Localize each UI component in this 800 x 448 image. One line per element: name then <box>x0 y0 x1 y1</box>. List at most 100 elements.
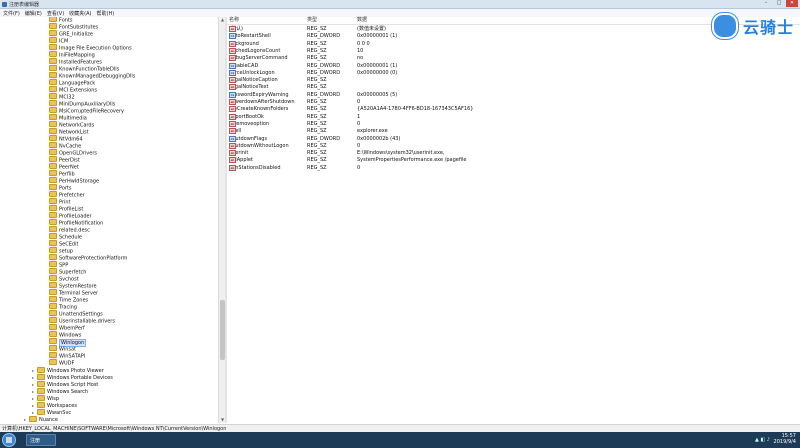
maximize-button[interactable]: □ <box>773 0 785 7</box>
folder-icon <box>49 93 57 99</box>
column-header-type[interactable]: 类型 <box>307 17 317 24</box>
value-name-cell: ab VMApplet <box>229 157 253 164</box>
tree-item-label: SoftwareProtectionPlatform <box>59 255 128 262</box>
column-header-name[interactable]: 名称 <box>229 17 239 24</box>
folder-icon <box>49 352 57 358</box>
folder-icon <box>49 359 57 365</box>
value-row[interactable]: ab VMApplet REG_SZ SystemPropertiesPerforma… <box>227 157 800 164</box>
value-name-cell: ab ReportBootOk <box>229 113 264 121</box>
value-row[interactable]: ab Background REG_SZ 0 0 0 <box>227 40 800 48</box>
value-type: REG_SZ <box>307 157 327 164</box>
menu-file[interactable]: 文件(F) <box>3 10 20 17</box>
tree-item[interactable]: KnownManagedDebuggingDlls <box>44 72 135 80</box>
string-value-icon: ab <box>229 106 236 113</box>
tree-item-label: Time Zones <box>59 297 89 304</box>
value-type: REG_SZ <box>307 84 327 91</box>
value-row[interactable]: ab DebugServerCommand REG_SZ no <box>227 55 800 62</box>
tree-item[interactable]: ▸ Windows Script Host <box>32 380 98 388</box>
start-button[interactable] <box>2 433 16 447</box>
value-row[interactable]: ab LegalNoticeText REG_SZ <box>227 84 800 91</box>
value-row[interactable]: ab PowerdownAfterShutdown REG_SZ 0 <box>227 99 800 106</box>
minimize-button[interactable]: – <box>760 0 772 7</box>
folder-icon <box>49 240 57 246</box>
registry-key-tree[interactable]: Fonts FontSubstitutes GRE_Initialize ICM Ima… <box>0 17 217 423</box>
menu-view[interactable]: 查看(V) <box>47 10 64 17</box>
value-row[interactable]: ab CachedLogonsCount REG_SZ 10 <box>227 47 800 55</box>
folder-icon <box>37 387 45 394</box>
folder-icon <box>49 254 57 260</box>
expand-arrow-icon[interactable]: ▸ <box>24 416 28 423</box>
value-name-cell: ab PowerdownAfterShutdown <box>229 99 295 106</box>
expand-arrow-icon[interactable]: ▸ <box>32 402 36 409</box>
value-row[interactable]: ab ShutdownWithoutLogon REG_SZ 0 <box>227 142 800 150</box>
tree-item-label: KnownFunctionTableDlls <box>59 66 120 73</box>
value-type: REG_DWORD <box>307 135 341 142</box>
folder-icon <box>49 107 57 113</box>
folder-icon <box>37 373 45 380</box>
folder-icon <box>49 23 57 29</box>
value-row[interactable]: 01 ShutdownFlags REG_DWORD 0x0000002b (43) <box>227 135 800 143</box>
tree-item[interactable]: ▸ Windows Photo Viewer <box>32 366 104 374</box>
tree-item[interactable]: ▸ WwanSvc <box>32 408 71 416</box>
value-row[interactable]: 01 ForceUnlockLogon REG_DWORD 0x00000000 (0… <box>227 69 800 77</box>
menu-help[interactable]: 帮助(H) <box>97 10 115 17</box>
value-type: REG_SZ <box>307 142 327 149</box>
registry-value-list: 名称 类型 数据 ab(默认) REG_SZ (数值未设置) 01AutoRestar… <box>227 17 800 423</box>
tree-item[interactable]: WUDF <box>44 359 74 367</box>
folder-icon <box>49 121 57 127</box>
folder-icon <box>49 142 57 148</box>
taskbar-regedit-button[interactable]: 注册 <box>26 434 56 446</box>
value-type: REG_SZ <box>307 106 327 113</box>
expand-arrow-icon[interactable]: ▸ <box>32 395 36 402</box>
expand-arrow-icon[interactable]: ▸ <box>32 367 36 374</box>
value-row[interactable]: ab PreCreateKnownFolders REG_SZ {A520A1A4-1… <box>227 106 800 113</box>
tree-item[interactable]: ▸ Wisp <box>32 394 59 402</box>
value-name-cell: ab scremoveoption <box>229 120 269 128</box>
value-type: REG_SZ <box>307 99 327 105</box>
expand-arrow-icon[interactable]: ▸ <box>32 381 36 388</box>
string-value-icon: ab <box>229 77 236 84</box>
value-row[interactable]: ab WinStationsDisabled REG_SZ 0 <box>227 164 800 172</box>
tree-item[interactable]: ▸ Windows Search <box>32 387 88 395</box>
tree-item[interactable]: Print <box>44 198 71 206</box>
folder-icon <box>49 303 57 309</box>
value-row[interactable]: ab LegalNoticeCaption REG_SZ <box>227 77 800 84</box>
value-row[interactable]: 01 DisableCAD REG_DWORD 0x00000001 (1) <box>227 62 800 70</box>
value-name: LegalNoticeCaption <box>229 77 278 84</box>
expand-arrow-icon[interactable]: ▸ <box>32 388 36 395</box>
value-row[interactable]: ab scremoveoption REG_SZ 0 <box>227 120 800 128</box>
binary-value-icon: 01 <box>229 62 236 69</box>
tree-item[interactable]: ▸ Workspaces <box>32 401 77 409</box>
value-name-cell: 01 DisableCAD <box>229 62 258 70</box>
tree-item-label: NvCache <box>59 143 82 150</box>
tree-item-label: SeCEdit <box>59 241 79 248</box>
tree-item-label: ProfileLoader <box>59 213 92 220</box>
folder-icon <box>49 114 57 120</box>
expand-arrow-icon[interactable]: ▸ <box>32 409 36 416</box>
folder-icon <box>49 233 57 239</box>
close-button[interactable]: ✕ <box>786 0 798 7</box>
value-name-cell: 01 ShutdownFlags <box>229 135 267 143</box>
menu-favorites[interactable]: 收藏夹(A) <box>69 10 91 17</box>
value-row[interactable]: ab ReportBootOk REG_SZ 1 <box>227 113 800 121</box>
tree-item[interactable]: Image File Execution Options <box>44 44 132 52</box>
folder-icon <box>49 205 57 211</box>
menu-edit[interactable]: 编辑(E) <box>25 10 42 17</box>
value-row[interactable]: 01 PasswordExpiryWarning REG_DWORD 0x000000… <box>227 91 800 99</box>
column-header-data[interactable]: 数据 <box>357 17 367 24</box>
value-data: 0x00000001 (1) <box>357 62 398 69</box>
tree-item-label: Perflib <box>59 171 75 178</box>
tray-icons[interactable]: ▲ ◧ ♪ <box>755 437 770 443</box>
folder-icon <box>49 275 57 281</box>
value-row[interactable]: abShell REG_SZ explorer.exe <box>227 128 800 135</box>
value-name: PreCreateKnownFolders <box>229 106 289 113</box>
value-row[interactable]: ab Userinit REG_SZ E:\Windows\system32\user… <box>227 150 800 157</box>
value-name-cell: ab CachedLogonsCount <box>229 47 280 55</box>
tree-item[interactable]: ▸ Windows Portable Devices <box>32 373 113 381</box>
tree-item-label: Print <box>59 199 71 206</box>
tray-clock[interactable]: 15:57 2019/9/4 <box>774 433 796 447</box>
expand-arrow-icon[interactable]: ▸ <box>32 374 36 381</box>
tree-item-label: PeerNet <box>59 164 79 171</box>
tree-item[interactable]: ▸ Nuance <box>24 415 58 423</box>
value-type: REG_SZ <box>307 55 327 62</box>
